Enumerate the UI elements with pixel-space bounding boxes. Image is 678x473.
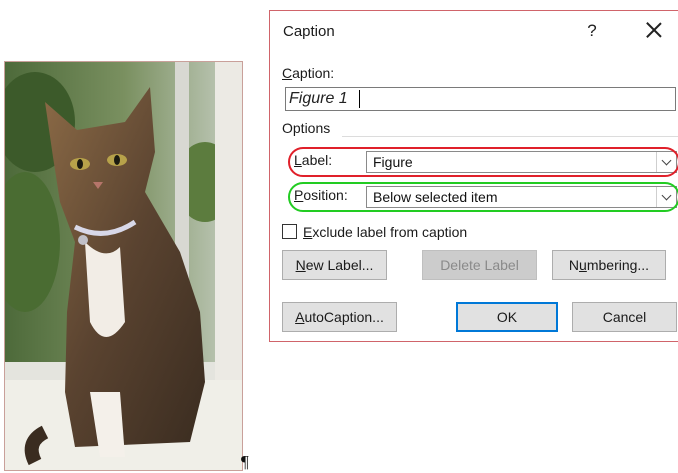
options-divider (342, 136, 678, 137)
delete-label-button: Delete Label (422, 250, 537, 280)
text-cursor (359, 90, 360, 108)
numbering-button[interactable]: Numbering... (552, 250, 666, 280)
document-image (4, 61, 243, 471)
chevron-down-icon[interactable] (656, 187, 676, 207)
caption-dialog: Caption ? Caption: Figure 1 Options Labe… (269, 10, 678, 342)
ok-button[interactable]: OK (456, 302, 558, 332)
label-dropdown-value: Figure (373, 154, 413, 170)
caption-input-value: Figure 1 (289, 90, 348, 107)
options-group-label: Options (282, 120, 331, 136)
position-dropdown-value: Below selected item (373, 189, 498, 205)
exclude-label-text[interactable]: Exclude label from caption (303, 224, 467, 240)
exclude-label-checkbox[interactable] (282, 224, 297, 239)
chevron-down-icon[interactable] (656, 152, 676, 172)
caption-field-label: Caption: (282, 65, 335, 81)
label-dropdown[interactable]: Figure (366, 151, 677, 173)
paragraph-mark: ¶ (241, 452, 249, 471)
close-icon[interactable] (643, 19, 665, 41)
caption-input[interactable]: Figure 1 (285, 87, 676, 111)
cancel-button[interactable]: Cancel (572, 302, 677, 332)
help-button[interactable]: ? (583, 21, 601, 41)
position-field-label: Position: (294, 187, 348, 203)
autocaption-button[interactable]: AutoCaption... (282, 302, 397, 332)
new-label-button[interactable]: New Label... (282, 250, 387, 280)
dialog-title: Caption (283, 23, 335, 40)
label-field-label: Label: (294, 152, 333, 168)
position-dropdown[interactable]: Below selected item (366, 186, 677, 208)
